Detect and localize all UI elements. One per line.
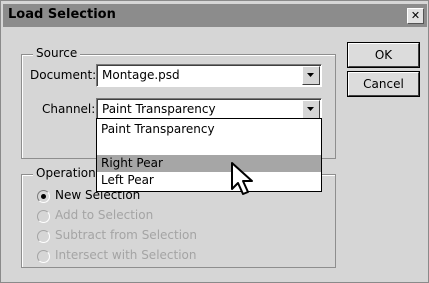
title-bar[interactable]: Load Selection ✕ <box>3 4 427 27</box>
dropdown-item-paint-transparency[interactable]: Paint Transparency <box>97 121 321 138</box>
ok-button[interactable]: OK <box>348 43 419 67</box>
source-legend: Source <box>33 46 81 60</box>
dropdown-item-left-pear[interactable]: Left Pear <box>97 172 321 189</box>
chevron-down-icon[interactable] <box>302 66 320 85</box>
load-selection-dialog: Load Selection ✕ Source Document: Montag… <box>0 0 429 283</box>
close-button[interactable]: ✕ <box>407 8 424 24</box>
radio-label: Subtract from Selection <box>55 228 197 242</box>
radio-dot <box>37 230 50 243</box>
document-select[interactable]: Montage.psd <box>96 64 322 87</box>
channel-dropdown-list[interactable]: Paint Transparency Right Pear Left Pear <box>96 118 322 192</box>
operation-legend: Operation <box>33 166 99 180</box>
radio-dot <box>37 250 50 263</box>
channel-label: Channel: <box>42 102 96 116</box>
radio-dot[interactable] <box>37 190 50 203</box>
radio-dot <box>37 210 50 223</box>
radio-label: Intersect with Selection <box>55 248 197 262</box>
document-label: Document: <box>30 68 97 82</box>
cancel-button[interactable]: Cancel <box>348 72 419 96</box>
close-icon: ✕ <box>410 9 421 22</box>
dropdown-item-separator <box>97 138 321 155</box>
mouse-pointer-icon <box>231 162 253 195</box>
chevron-down-icon[interactable] <box>302 100 320 119</box>
radio-label: Add to Selection <box>55 208 154 222</box>
dropdown-item-right-pear[interactable]: Right Pear <box>97 155 321 172</box>
dialog-title: Load Selection <box>8 7 116 22</box>
document-value: Montage.psd <box>102 68 180 82</box>
channel-value: Paint Transparency <box>102 102 216 116</box>
